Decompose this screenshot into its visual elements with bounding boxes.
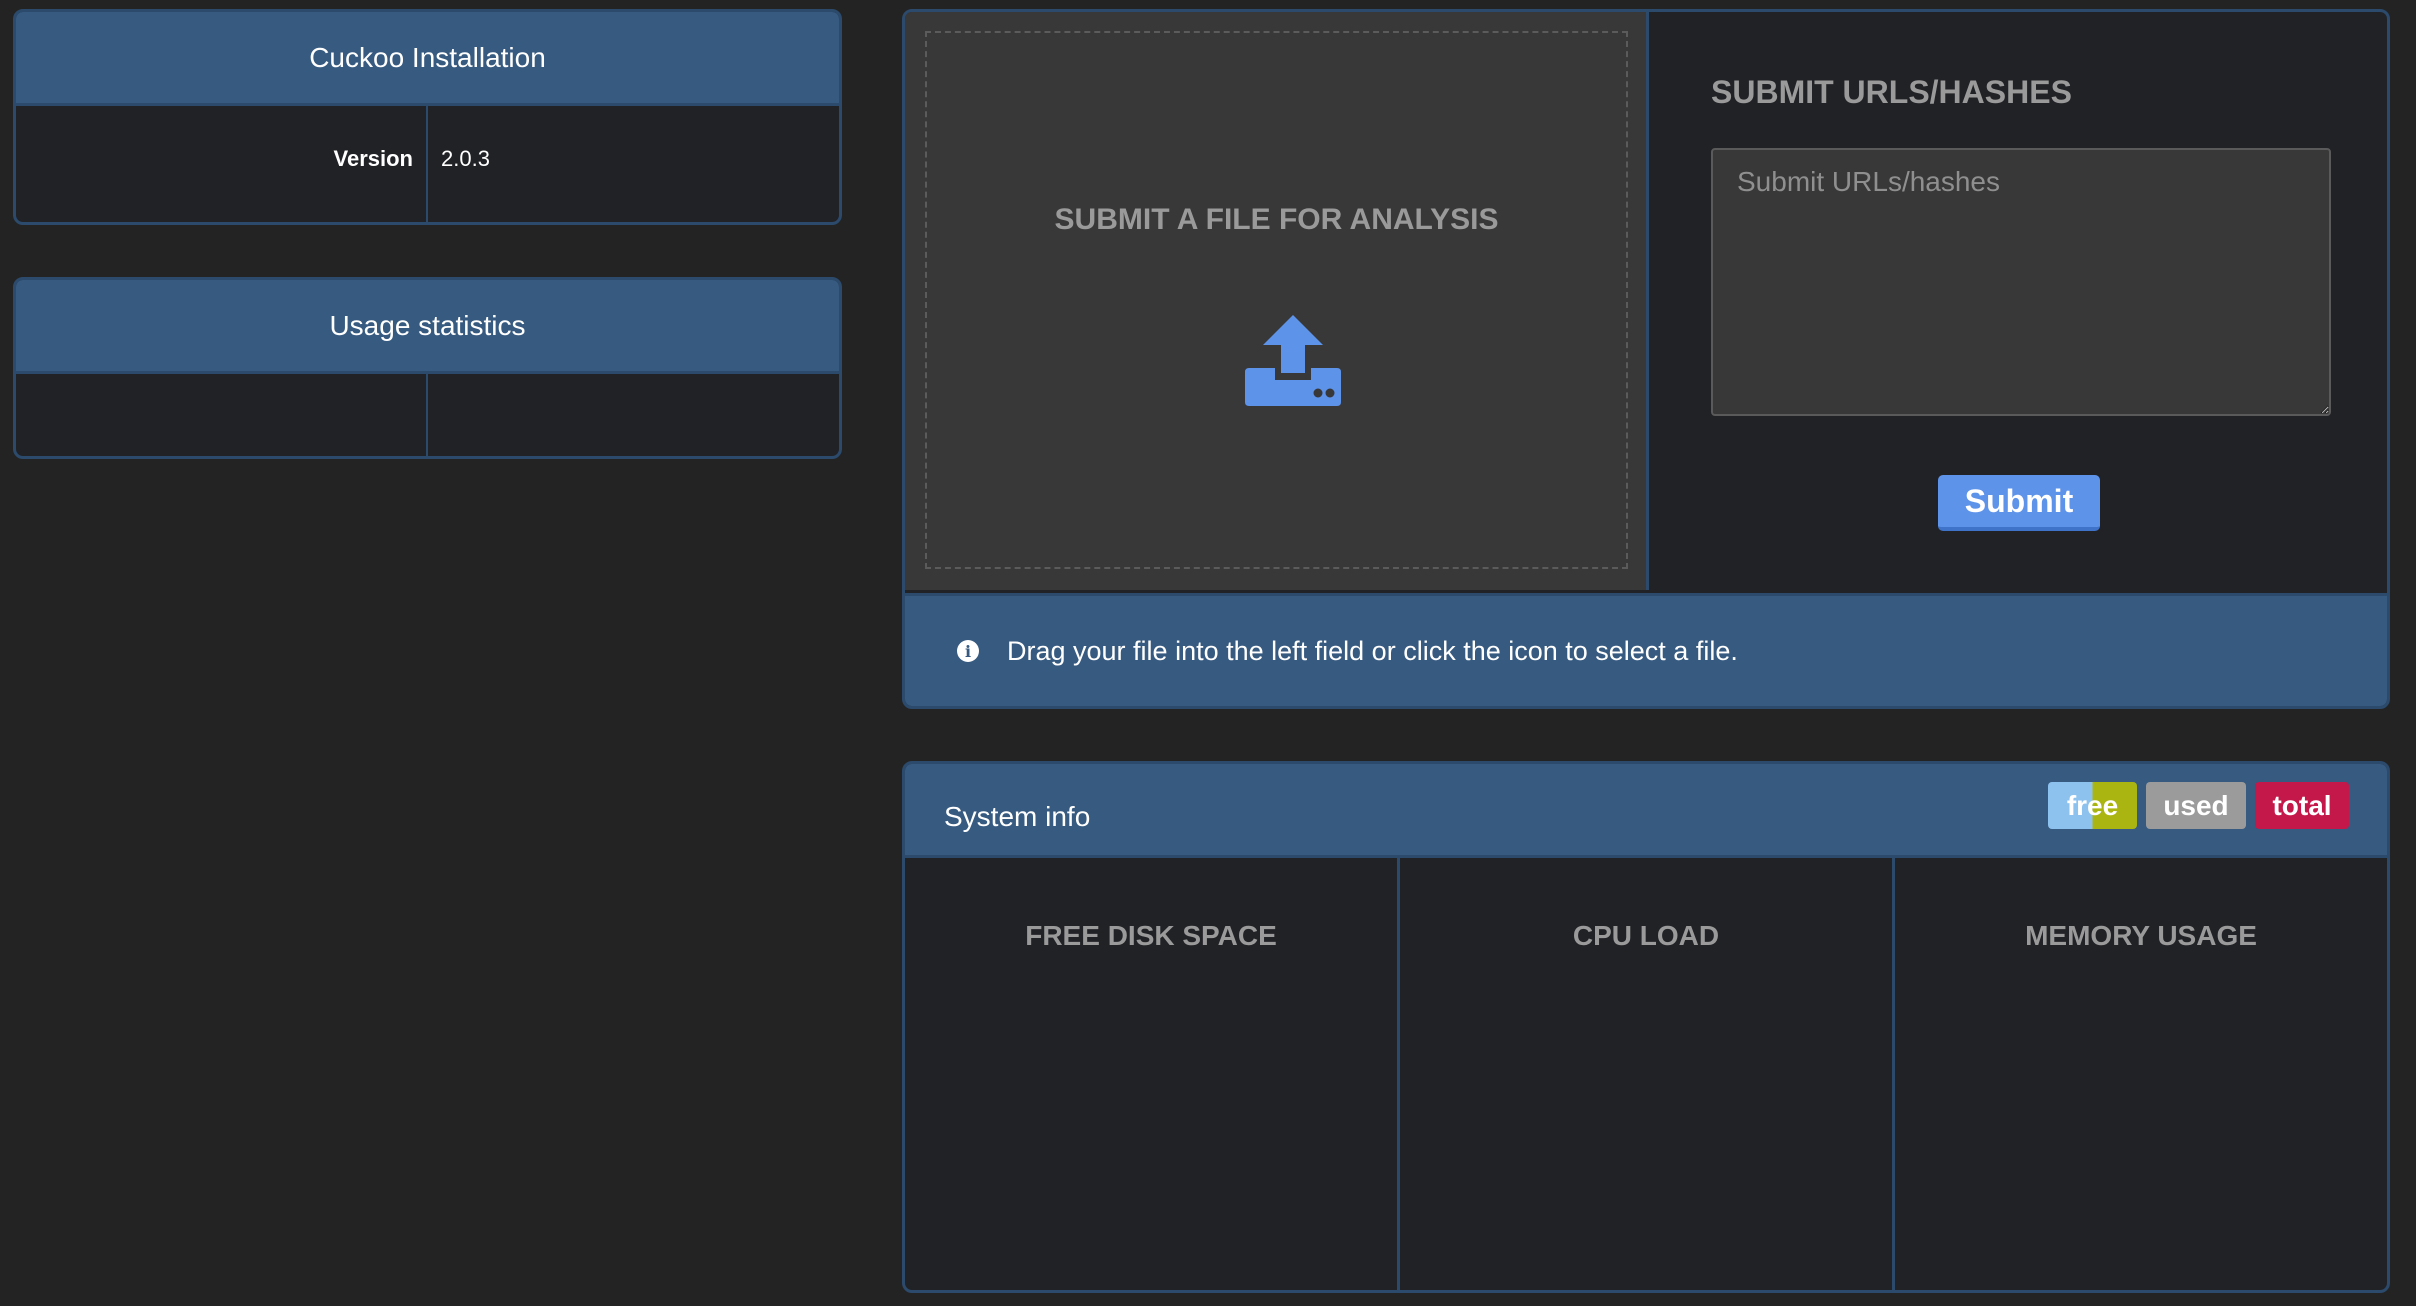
system-info-legend: free used total [2048, 782, 2349, 837]
submit-file-title: SUBMIT A FILE FOR ANALYSIS [1054, 203, 1499, 236]
info-bar: i Drag your file into the left field or … [905, 593, 2387, 706]
system-info-panel: System info free used total FREE DISK SP… [902, 761, 2390, 1293]
system-info-title: System info [944, 800, 1091, 832]
legend-free-badge: free [2048, 782, 2137, 829]
installation-panel: Cuckoo Installation Version 2.0.3 [13, 9, 842, 225]
usage-statistics-cell [16, 374, 428, 456]
file-drop-zone[interactable]: SUBMIT A FILE FOR ANALYSIS [925, 31, 1628, 569]
system-info-header: System info free used total [905, 764, 2387, 858]
url-submission-area: SUBMIT URLS/HASHES Submit [1652, 12, 2387, 590]
upload-icon[interactable] [1245, 313, 1341, 408]
usage-statistics-row [16, 374, 839, 456]
version-value: 2.0.3 [441, 146, 490, 171]
submission-panel: SUBMIT A FILE FOR ANALYSIS SUBMIT URLS/H… [902, 9, 2390, 709]
system-stats-row: FREE DISK SPACE CPU LOAD MEMORY USAGE [905, 858, 2387, 1290]
info-icon: i [957, 640, 979, 662]
version-row: Version 2.0.3 [16, 106, 839, 222]
installation-title: Cuckoo Installation [16, 12, 839, 106]
usage-statistics-title: Usage statistics [16, 280, 839, 374]
free-disk-space-column: FREE DISK SPACE [1025, 920, 1277, 951]
info-text: Drag your file into the left field or cl… [1007, 635, 1738, 666]
urls-hashes-input[interactable] [1711, 148, 2331, 416]
file-drop-area[interactable]: SUBMIT A FILE FOR ANALYSIS [905, 12, 1649, 590]
legend-used-badge: used [2146, 782, 2246, 829]
legend-total-badge: total [2255, 782, 2349, 829]
usage-statistics-panel: Usage statistics [13, 277, 842, 459]
memory-usage-column: MEMORY USAGE [1892, 858, 2387, 1290]
submit-urls-title: SUBMIT URLS/HASHES [1711, 74, 2072, 110]
version-label: Version [16, 106, 428, 222]
submit-button[interactable]: Submit [1938, 475, 2100, 531]
cpu-load-column: CPU LOAD [1397, 858, 1892, 1290]
